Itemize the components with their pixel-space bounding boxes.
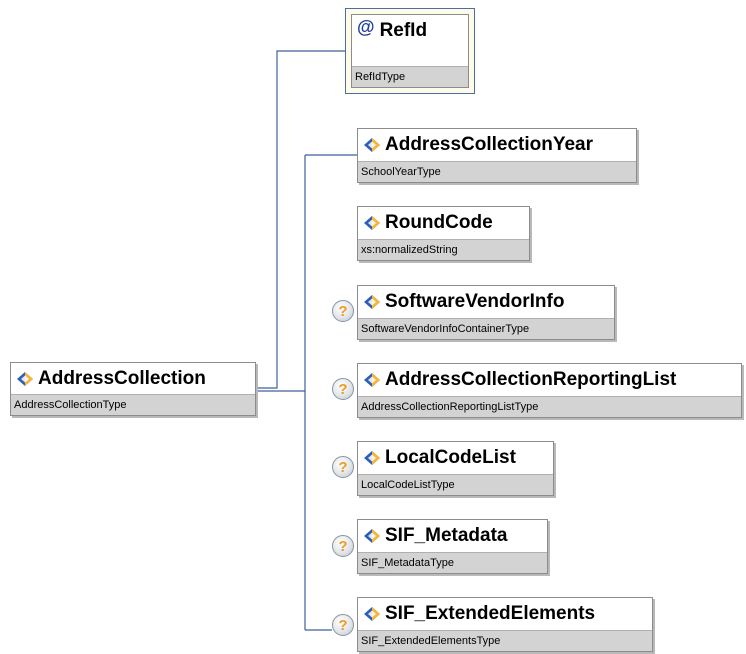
element-name: AddressCollectionReportingList: [385, 368, 677, 390]
element-name: AddressCollectionYear: [385, 133, 594, 155]
attribute-symbol: @: [357, 17, 375, 37]
element-localcodelist[interactable]: LocalCodeList LocalCodeListType: [357, 441, 554, 496]
element-type: AddressCollectionReportingListType: [358, 396, 741, 417]
root-name: AddressCollection: [38, 367, 206, 389]
element-name-row: LocalCodeList: [358, 442, 553, 473]
root-name-row: AddressCollection: [11, 363, 255, 394]
element-name-row: SIF_ExtendedElements: [358, 598, 652, 629]
attribute-name: RefId: [379, 19, 428, 41]
element-name-row: AddressCollectionYear: [358, 129, 636, 160]
element-icon: [364, 606, 380, 621]
element-type: SIF_ExtendedElementsType: [358, 630, 652, 651]
optional-icon: ?: [332, 614, 354, 636]
element-sif-extendedelements[interactable]: SIF_ExtendedElements SIF_ExtendedElement…: [357, 597, 653, 652]
element-icon: [364, 372, 380, 387]
element-roundcode[interactable]: RoundCode xs:normalizedString: [357, 206, 530, 261]
element-icon: [364, 294, 380, 309]
element-icon: [364, 215, 380, 230]
root-type: AddressCollectionType: [11, 394, 255, 415]
schema-diagram: @ RefId RefIdType AddressCollection Addr…: [0, 0, 746, 654]
element-type: xs:normalizedString: [358, 239, 529, 260]
element-name: LocalCodeList: [385, 446, 516, 468]
optional-icon: ?: [332, 535, 354, 557]
element-name-row: SoftwareVendorInfo: [358, 286, 614, 317]
element-icon: [17, 371, 33, 386]
element-name: SoftwareVendorInfo: [385, 290, 565, 312]
optional-icon: ?: [332, 300, 354, 322]
element-addresscollectionyear[interactable]: AddressCollectionYear SchoolYearType: [357, 128, 637, 183]
element-name: SIF_Metadata: [385, 524, 508, 546]
optional-icon: ?: [332, 456, 354, 478]
element-sif-metadata[interactable]: SIF_Metadata SIF_MetadataType: [357, 519, 548, 574]
element-icon: [364, 137, 380, 152]
attribute-refid[interactable]: @ RefId RefIdType: [345, 8, 475, 94]
element-type: SchoolYearType: [358, 161, 636, 182]
element-type: SoftwareVendorInfoContainerType: [358, 318, 614, 339]
attribute-type: RefIdType: [352, 66, 468, 87]
element-name: SIF_ExtendedElements: [385, 602, 596, 624]
element-softwarevendorinfo[interactable]: SoftwareVendorInfo SoftwareVendorInfoCon…: [357, 285, 615, 340]
element-name-row: RoundCode: [358, 207, 529, 238]
attribute-name-row: @ RefId: [352, 15, 468, 46]
optional-icon: ?: [332, 378, 354, 400]
element-name-row: AddressCollectionReportingList: [358, 364, 741, 395]
root-element[interactable]: AddressCollection AddressCollectionType: [10, 362, 256, 416]
element-name: RoundCode: [385, 211, 493, 233]
element-icon: [364, 450, 380, 465]
element-addresscollectionreportinglist[interactable]: AddressCollectionReportingList AddressCo…: [357, 363, 742, 418]
element-name-row: SIF_Metadata: [358, 520, 547, 551]
element-type: SIF_MetadataType: [358, 552, 547, 573]
element-icon: [364, 528, 380, 543]
element-type: LocalCodeListType: [358, 474, 553, 495]
